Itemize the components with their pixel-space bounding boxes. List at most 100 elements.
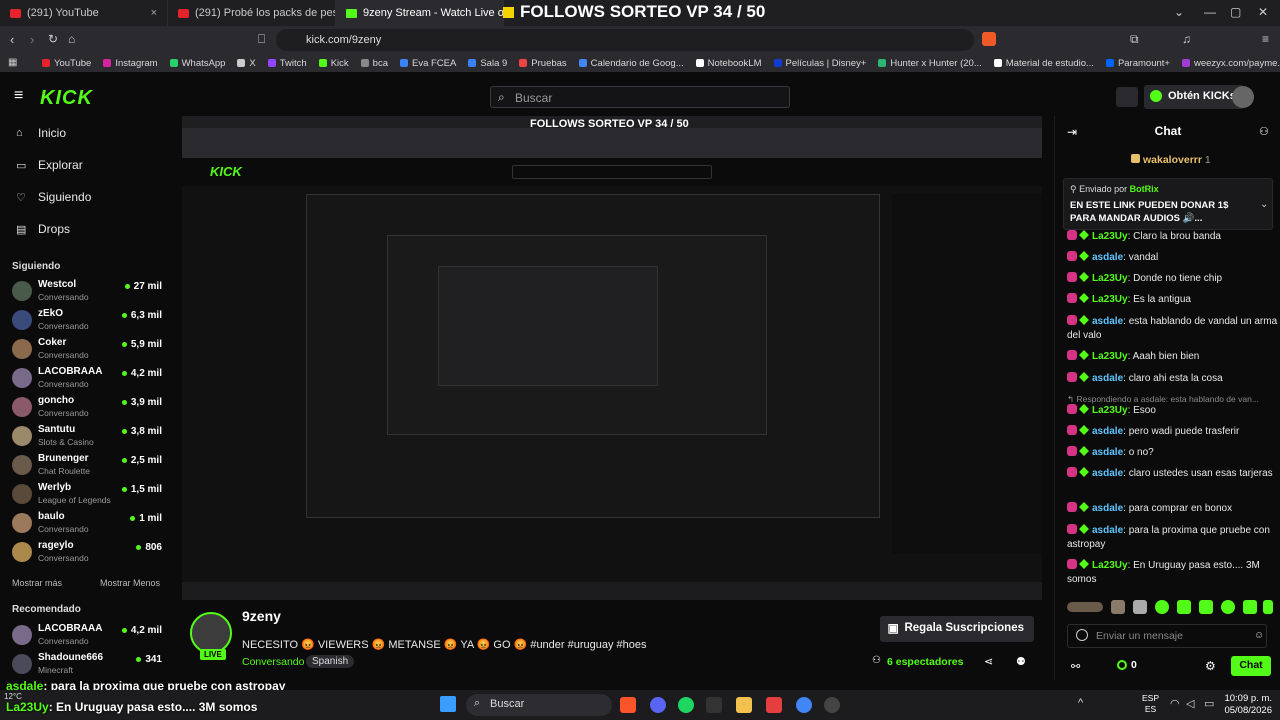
bookmark-item[interactable]: NotebookLM (692, 58, 766, 69)
file-explorer-icon[interactable] (736, 697, 752, 713)
emote-icon[interactable] (1111, 600, 1125, 614)
emote-icon[interactable] (1067, 602, 1103, 612)
followed-channel[interactable]: goncho Conversando 3,9 mil (12, 395, 162, 423)
anydesk-icon[interactable] (766, 697, 782, 713)
tab-list-icon[interactable]: ⌄ (1174, 5, 1184, 19)
bookmark-item[interactable]: WhatsApp (166, 58, 230, 69)
brave-icon[interactable] (620, 697, 636, 713)
chat-message-input[interactable]: Enviar un mensaje ☺ (1067, 624, 1267, 648)
epic-games-icon[interactable] (706, 697, 722, 713)
volume-icon[interactable]: ◁ (1186, 697, 1194, 710)
bookmark-item[interactable]: Eva FCEA (396, 58, 460, 69)
bookmark-item[interactable]: Twitch (264, 58, 311, 69)
discord-icon[interactable] (650, 697, 666, 713)
pinned-message[interactable]: ⚲ Enviado por BotRix EN ESTE LINK PUEDEN… (1063, 178, 1273, 230)
taskbar-search[interactable]: ⌕ Buscar (466, 694, 612, 716)
nav-browse[interactable]: ▭ Explorar (16, 158, 83, 172)
followed-channel[interactable]: Werlyb League of Legends 1,5 mil (12, 482, 162, 510)
extensions-icon[interactable]: ⧉ (1130, 32, 1139, 47)
chat-send-button[interactable]: Chat (1231, 656, 1271, 676)
apps-grid-icon[interactable]: ▦ (8, 57, 17, 68)
followed-channel[interactable]: Santutu Slots & Casino 3,8 mil (12, 424, 162, 452)
tab-youtube-video[interactable]: (291) Probé los packs de pesca mas× (168, 0, 336, 26)
bookmark-item[interactable]: Instagram (99, 58, 161, 69)
tray-chevron-icon[interactable]: ^ (1078, 697, 1083, 709)
windows-start-icon[interactable] (440, 696, 456, 712)
followed-channel[interactable]: LACOBRAAA Conversando 4,2 mil (12, 366, 162, 394)
close-icon[interactable]: × (151, 7, 157, 19)
bookmark-item[interactable]: X (233, 58, 259, 69)
tab-youtube[interactable]: (291) YouTube × (0, 0, 168, 26)
emote-icon[interactable] (1221, 600, 1235, 614)
kick-logo[interactable]: KICK (40, 87, 93, 110)
get-kicks-button[interactable]: Obtén KICKs (1144, 85, 1244, 109)
maximize-icon[interactable]: ▢ (1230, 5, 1241, 19)
library-icon[interactable] (1116, 87, 1138, 107)
chrome-icon[interactable] (796, 697, 812, 713)
followed-channel[interactable]: zEkO Conversando 6,3 mil (12, 308, 162, 336)
spotify-icon[interactable] (678, 697, 694, 713)
emote-icon[interactable] (1263, 600, 1273, 614)
back-icon[interactable]: ‹ (10, 32, 14, 47)
emote-icon[interactable] (1177, 600, 1191, 614)
followed-channel[interactable]: baulo Conversando 1 mil (12, 511, 162, 539)
share-icon[interactable]: ⋖ (984, 655, 993, 668)
home-icon[interactable]: ⌂ (68, 32, 75, 46)
emote-icon[interactable] (1199, 600, 1213, 614)
bookmark-item[interactable]: Calendario de Goog... (575, 58, 688, 69)
followed-channel[interactable]: Coker Conversando 5,9 mil (12, 337, 162, 365)
chat-settings-icon[interactable]: ⚯ (1071, 660, 1080, 673)
gift-subscriptions-button[interactable]: ▣ Regala Suscripciones (880, 616, 1034, 642)
followed-channel[interactable]: rageylo Conversando 806 (12, 540, 162, 568)
url-bar[interactable]: kick.com/9zeny (276, 29, 974, 51)
bookmark-item[interactable]: bca (357, 58, 392, 69)
gear-icon[interactable]: ⚙ (1205, 659, 1216, 673)
recommended-channel[interactable]: Shadoune666 Minecraft 341 (12, 652, 162, 680)
streamer-avatar[interactable] (190, 612, 232, 654)
emoji-icon[interactable]: ☺ (1254, 630, 1264, 641)
reload-icon[interactable]: ↻ (48, 32, 58, 46)
brave-shield-icon[interactable] (982, 32, 996, 46)
system-clock[interactable]: 10:09 p. m. 05/08/2026 (1224, 693, 1272, 717)
emote-icon[interactable] (1155, 600, 1169, 614)
follow-icon[interactable]: ⚉ (1016, 655, 1026, 668)
show-more-button[interactable]: Mostrar más (12, 578, 62, 588)
bookmark-item[interactable]: Kick (315, 58, 353, 69)
stream-video-player[interactable]: FOLLOWS SORTEO VP 34 / 50 KICK (182, 116, 1042, 600)
emote-icon[interactable] (1243, 600, 1257, 614)
followed-channel[interactable]: Brunenger Chat Roulette 2,5 mil (12, 453, 162, 481)
followed-channel[interactable]: Westcol Conversando 27 mil (12, 279, 162, 307)
nav-drops[interactable]: ▤ Drops (16, 222, 70, 236)
bookmark-item[interactable]: Sala 9 (464, 58, 511, 69)
minimize-icon[interactable]: — (1204, 5, 1216, 19)
bookmark-item[interactable]: Hunter x Hunter (20... (874, 58, 985, 69)
bookmark-item[interactable]: Películas | Disney+ (770, 58, 871, 69)
wifi-icon[interactable]: ◠ (1170, 697, 1180, 710)
tab-kick-stream[interactable]: 9zeny Stream - Watch Live on Ki× (336, 0, 504, 26)
recommended-channel[interactable]: LACOBRAAA Conversando 4,2 mil (12, 623, 162, 651)
window-close-icon[interactable]: ✕ (1258, 5, 1268, 19)
streamer-name[interactable]: 9zeny (242, 608, 281, 624)
nav-home[interactable]: ⌂ Inicio (16, 126, 66, 140)
chevron-down-icon[interactable]: ⌄ (1260, 199, 1268, 210)
bookmark-item[interactable]: Paramount+ (1102, 58, 1174, 69)
battery-icon[interactable]: ▭ (1204, 697, 1214, 710)
bookmark-item[interactable]: Pruebas (515, 58, 570, 69)
music-icon[interactable]: ♫ (1182, 32, 1191, 46)
hamburger-menu-icon[interactable]: ≡ (14, 87, 23, 105)
steam-icon[interactable] (824, 697, 840, 713)
bookmark-icon[interactable]: ⎕ (258, 32, 265, 47)
show-less-button[interactable]: Mostrar Menos (100, 578, 160, 588)
bookmark-item[interactable]: weezyx.com/payme... (1178, 58, 1280, 69)
language-indicator[interactable]: ESP ES (1142, 693, 1159, 715)
user-avatar[interactable] (1232, 86, 1254, 108)
bookmark-item[interactable]: Material de estudio... (990, 58, 1098, 69)
chat-users-icon[interactable]: ⚇ (1259, 125, 1269, 138)
forward-icon[interactable]: › (30, 32, 34, 47)
stream-language-tag[interactable]: Spanish (306, 655, 355, 668)
menu-icon[interactable]: ≡ (1262, 32, 1269, 46)
bookmark-item[interactable]: YouTube (38, 58, 95, 69)
stream-category[interactable]: Conversando (242, 656, 304, 668)
emote-icon[interactable] (1133, 600, 1147, 614)
search-input[interactable]: ⌕ Buscar (490, 86, 790, 108)
